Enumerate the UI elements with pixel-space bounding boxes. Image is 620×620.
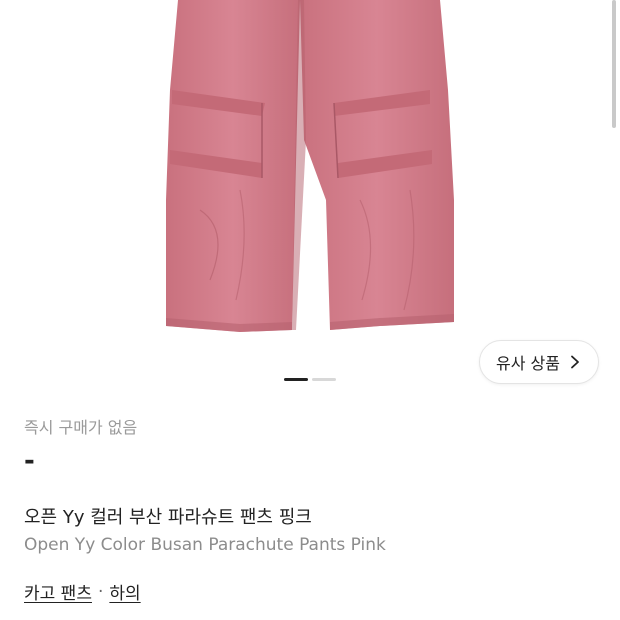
pants-image	[166, 0, 454, 332]
price: -	[24, 446, 35, 476]
similar-products-label: 유사 상품	[496, 354, 560, 373]
product-name-korean: 오픈 Yy 컬러 부산 파라슈트 팬츠 핑크	[24, 507, 312, 528]
page-scrollbar[interactable]	[612, 0, 616, 128]
chevron-right-icon	[571, 355, 579, 369]
breadcrumb-parent-link[interactable]: 하의	[109, 579, 140, 604]
product-image[interactable]	[0, 0, 620, 360]
product-name-english: Open Yy Color Busan Parachute Pants Pink	[24, 535, 386, 555]
similar-products-button[interactable]: 유사 상품	[479, 340, 599, 384]
carousel-indicator	[284, 378, 336, 381]
carousel-dot-active[interactable]	[284, 378, 308, 381]
breadcrumb-category-link[interactable]: 카고 팬츠	[24, 579, 92, 604]
breadcrumb-separator: ·	[97, 581, 104, 602]
breadcrumb: 카고 팬츠 · 하의	[24, 579, 141, 605]
instant-purchase-label: 즉시 구매가 없음	[24, 418, 138, 437]
carousel-dot[interactable]	[312, 378, 336, 381]
